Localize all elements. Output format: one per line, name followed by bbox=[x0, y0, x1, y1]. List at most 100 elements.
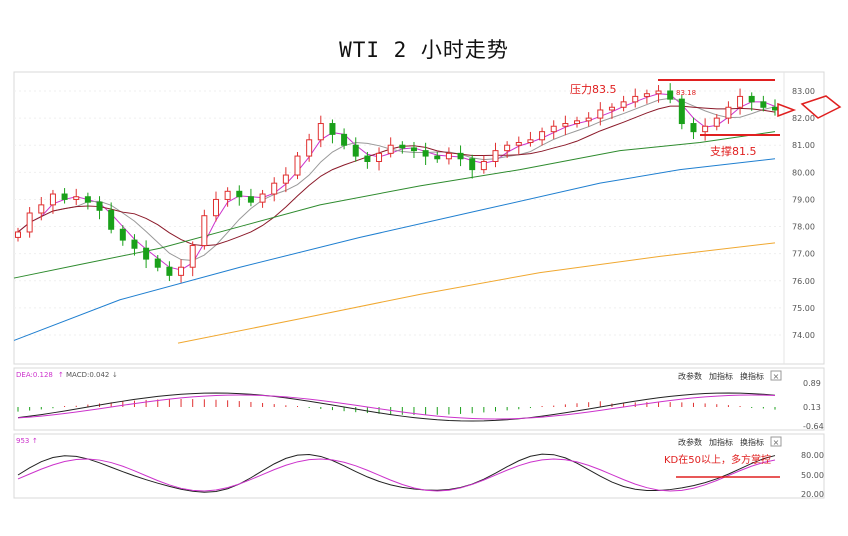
candle-body bbox=[469, 158, 476, 171]
candle-body bbox=[271, 182, 278, 195]
candle-body bbox=[457, 152, 464, 160]
candle-body bbox=[690, 123, 697, 133]
candle-body bbox=[748, 95, 755, 103]
y-tick-label: 78.00 bbox=[792, 223, 815, 232]
support-label: 支撑81.5 bbox=[710, 144, 757, 158]
candle-body bbox=[143, 247, 150, 260]
y-tick-label: 79.00 bbox=[792, 195, 815, 204]
candle-body bbox=[49, 193, 56, 206]
candle-body bbox=[492, 150, 499, 162]
ma-orange-line bbox=[177, 242, 776, 344]
candle-body bbox=[655, 90, 662, 95]
candle-body bbox=[702, 125, 709, 133]
kd-y-tick: 50.00 bbox=[801, 471, 824, 480]
candle-body bbox=[445, 152, 452, 160]
candle-body bbox=[539, 131, 546, 141]
candle-body bbox=[643, 93, 650, 97]
y-tick-label: 83.00 bbox=[792, 87, 815, 96]
candle-body bbox=[247, 196, 254, 203]
down-arrow-icon: ↓ bbox=[112, 371, 118, 379]
candle-body bbox=[96, 201, 103, 211]
candle-body bbox=[678, 98, 685, 125]
main-panel-frame bbox=[13, 71, 825, 365]
candle-body bbox=[259, 193, 266, 203]
kd-button-1[interactable]: 加指标 bbox=[709, 437, 733, 447]
kd-panel-frame bbox=[13, 433, 825, 499]
ma-long-line bbox=[17, 105, 776, 247]
candle-body bbox=[352, 144, 359, 157]
candle-body bbox=[178, 266, 185, 276]
wti-chart: 压力83.5支撑81.583.18 DEA:0.128 ↑ MACD:0.042 ↓ 改… bbox=[13, 71, 842, 499]
kd-y-tick: 20.00 bbox=[801, 490, 824, 499]
candle-body bbox=[480, 160, 487, 171]
candle-body bbox=[434, 155, 441, 160]
y-tick-label: 81.00 bbox=[792, 141, 815, 150]
candle-body bbox=[306, 139, 313, 157]
candle-body bbox=[608, 106, 615, 111]
y-tick-label: 80.00 bbox=[792, 168, 815, 177]
candle-body bbox=[410, 147, 417, 152]
kd-button-0[interactable]: 改参数 bbox=[678, 437, 702, 447]
macd-button-2[interactable]: 换指标 bbox=[740, 371, 764, 381]
candle-body bbox=[73, 196, 80, 200]
k-line bbox=[17, 453, 776, 493]
candle-body bbox=[317, 123, 324, 141]
candle-body bbox=[760, 101, 767, 108]
y-tick-label: 77.00 bbox=[792, 250, 815, 259]
candle-body bbox=[399, 144, 406, 149]
candle-body bbox=[15, 231, 21, 238]
kd-y-tick: 80.00 bbox=[801, 451, 824, 460]
up-arrow-icon: ↑ bbox=[58, 371, 64, 379]
kd-label: 953 bbox=[16, 437, 29, 445]
candle-body bbox=[38, 204, 45, 214]
candle-body bbox=[667, 90, 674, 100]
candle-body bbox=[131, 239, 138, 249]
candle-body bbox=[166, 266, 173, 276]
macd-button-0[interactable]: 改参数 bbox=[678, 371, 702, 381]
candle-body bbox=[201, 215, 208, 247]
candle-body bbox=[574, 120, 581, 125]
candle-body bbox=[236, 190, 243, 198]
candle-body bbox=[725, 106, 732, 119]
candle-body bbox=[597, 109, 604, 119]
dea-label: DEA:0.128 bbox=[16, 371, 53, 379]
y-tick-label: 76.00 bbox=[792, 277, 815, 286]
candle-body bbox=[737, 95, 744, 108]
candle-body bbox=[527, 139, 534, 144]
candle-body bbox=[341, 133, 348, 146]
y-tick-label: 82.00 bbox=[792, 114, 815, 123]
kd-annotation: KD在50以上，多方掌控 bbox=[664, 453, 771, 466]
kd-button-2[interactable]: 换指标 bbox=[740, 437, 764, 447]
macd-y-tick: 0.89 bbox=[803, 379, 821, 388]
macd-y-tick: -0.64 bbox=[803, 422, 824, 431]
candle-body bbox=[376, 152, 383, 162]
macd-button-1[interactable]: 加指标 bbox=[709, 371, 733, 381]
candle-body bbox=[119, 228, 126, 241]
candle-body bbox=[212, 198, 219, 217]
macd-y-tick: 0.13 bbox=[803, 403, 821, 412]
close-icon: × bbox=[773, 372, 780, 381]
candle-body bbox=[294, 155, 301, 176]
candle-body bbox=[713, 117, 720, 127]
candle-body bbox=[108, 209, 115, 230]
ma-blue-line bbox=[13, 158, 776, 341]
candle-body bbox=[422, 150, 429, 157]
candle-body bbox=[550, 125, 557, 133]
candle-body bbox=[772, 106, 778, 111]
y-tick-label: 74.00 bbox=[792, 331, 815, 340]
close-icon: × bbox=[773, 438, 780, 447]
candle-body bbox=[632, 95, 639, 103]
candle-body bbox=[515, 142, 522, 146]
candle-body bbox=[154, 258, 161, 268]
candle-body bbox=[189, 245, 196, 268]
candle-body bbox=[26, 212, 33, 233]
candle-body bbox=[282, 174, 289, 184]
candle-body bbox=[620, 101, 627, 108]
candle-body bbox=[84, 196, 91, 203]
candle-body bbox=[61, 193, 68, 200]
high-price-marker: 83.18 bbox=[676, 89, 696, 97]
kd-up-arrow-icon: ↑ bbox=[32, 437, 38, 445]
candle-body bbox=[364, 155, 371, 162]
candle-body bbox=[224, 190, 231, 200]
macd-line bbox=[17, 392, 776, 422]
